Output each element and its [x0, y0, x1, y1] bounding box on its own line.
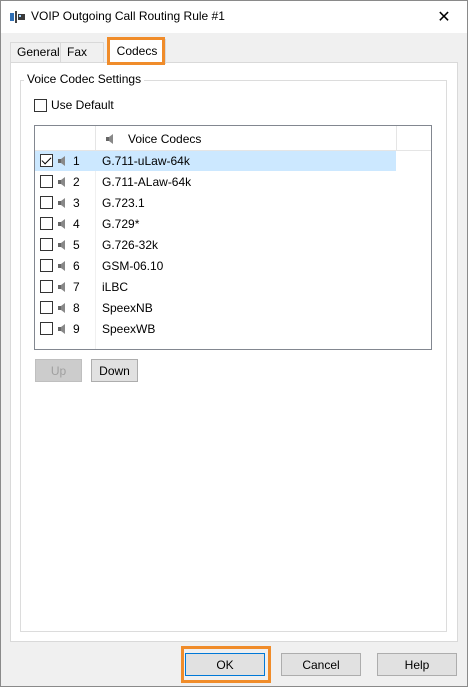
speaker-icon: [58, 282, 65, 292]
list-item[interactable]: 2 G.711-ALaw-64k: [35, 172, 431, 192]
codec-index: 5: [73, 238, 80, 252]
codec-index: 9: [73, 322, 80, 336]
codec-index: 8: [73, 301, 80, 315]
cancel-button[interactable]: Cancel: [281, 653, 361, 676]
speaker-icon: [58, 156, 65, 166]
tab-general[interactable]: General: [10, 42, 61, 62]
speaker-icon: [58, 324, 65, 334]
codec-checkbox[interactable]: [40, 280, 53, 293]
codec-name: G.726-32k: [102, 238, 159, 252]
codec-name: GSM-06.10: [102, 259, 164, 273]
codec-checkbox[interactable]: [40, 259, 53, 272]
codec-checkbox[interactable]: [40, 322, 53, 335]
codec-index: 4: [73, 217, 80, 231]
list-item[interactable]: 3 G.723.1: [35, 193, 431, 213]
ok-button[interactable]: OK: [185, 653, 265, 676]
speaker-icon: [58, 240, 65, 250]
speaker-icon: [58, 303, 65, 313]
codec-checkbox[interactable]: [40, 196, 53, 209]
column-header-voice-codecs[interactable]: Voice Codecs: [128, 132, 201, 146]
list-item[interactable]: 6 GSM-06.10: [35, 256, 431, 276]
list-header: Voice Codecs: [35, 126, 431, 151]
use-default-checkbox[interactable]: Use Default: [34, 97, 114, 113]
codec-index: 7: [73, 280, 80, 294]
codec-name: G.711-uLaw-64k: [102, 154, 190, 168]
use-default-label: Use Default: [51, 98, 114, 112]
codec-index: 3: [73, 196, 80, 210]
codec-index: 6: [73, 259, 80, 273]
codec-checkbox[interactable]: [40, 301, 53, 314]
codec-list[interactable]: Voice Codecs 1 G.711-uLaw-64k 2 G.711-AL…: [34, 125, 432, 350]
move-down-button[interactable]: Down: [91, 359, 138, 382]
column-divider[interactable]: [396, 126, 397, 151]
close-button[interactable]: ✕: [421, 1, 467, 33]
codec-index: 1: [73, 154, 80, 168]
checkbox[interactable]: [34, 98, 47, 112]
move-up-button[interactable]: Up: [35, 359, 82, 382]
tab-codecs[interactable]: Codecs: [108, 39, 166, 64]
codec-checkbox[interactable]: [40, 238, 53, 251]
speaker-icon: [58, 219, 65, 229]
codec-name: iLBC: [102, 280, 129, 294]
codec-checkbox[interactable]: [40, 217, 53, 230]
codec-index: 2: [73, 175, 80, 189]
codec-name: SpeexNB: [102, 301, 153, 315]
column-divider[interactable]: [95, 126, 96, 151]
title-bar[interactable]: VOIP Outgoing Call Routing Rule #1 ✕: [1, 1, 467, 33]
list-item[interactable]: 5 G.726-32k: [35, 235, 431, 255]
list-item[interactable]: 9 SpeexWB: [35, 319, 431, 339]
codec-checkbox[interactable]: [40, 175, 53, 188]
window-title: VOIP Outgoing Call Routing Rule #1: [31, 9, 225, 23]
speaker-icon: [58, 261, 65, 271]
list-item[interactable]: 7 iLBC: [35, 277, 431, 297]
codec-checkbox[interactable]: [40, 154, 53, 167]
tab-fax[interactable]: Fax: [60, 42, 104, 62]
codec-name: G.729*: [102, 217, 140, 231]
close-icon: ✕: [437, 9, 451, 26]
codec-name: G.711-ALaw-64k: [102, 175, 192, 189]
help-button[interactable]: Help: [377, 653, 457, 676]
speaker-icon: [58, 177, 65, 187]
speaker-icon: [106, 134, 113, 144]
speaker-icon: [58, 198, 65, 208]
list-item[interactable]: 8 SpeexNB: [35, 298, 431, 318]
codec-name: SpeexWB: [102, 322, 156, 336]
codec-name: G.723.1: [102, 196, 145, 210]
group-label: Voice Codec Settings: [24, 72, 145, 86]
list-item[interactable]: 1 G.711-uLaw-64k: [35, 151, 396, 171]
phone-network-icon: [10, 11, 25, 23]
list-item[interactable]: 4 G.729*: [35, 214, 431, 234]
